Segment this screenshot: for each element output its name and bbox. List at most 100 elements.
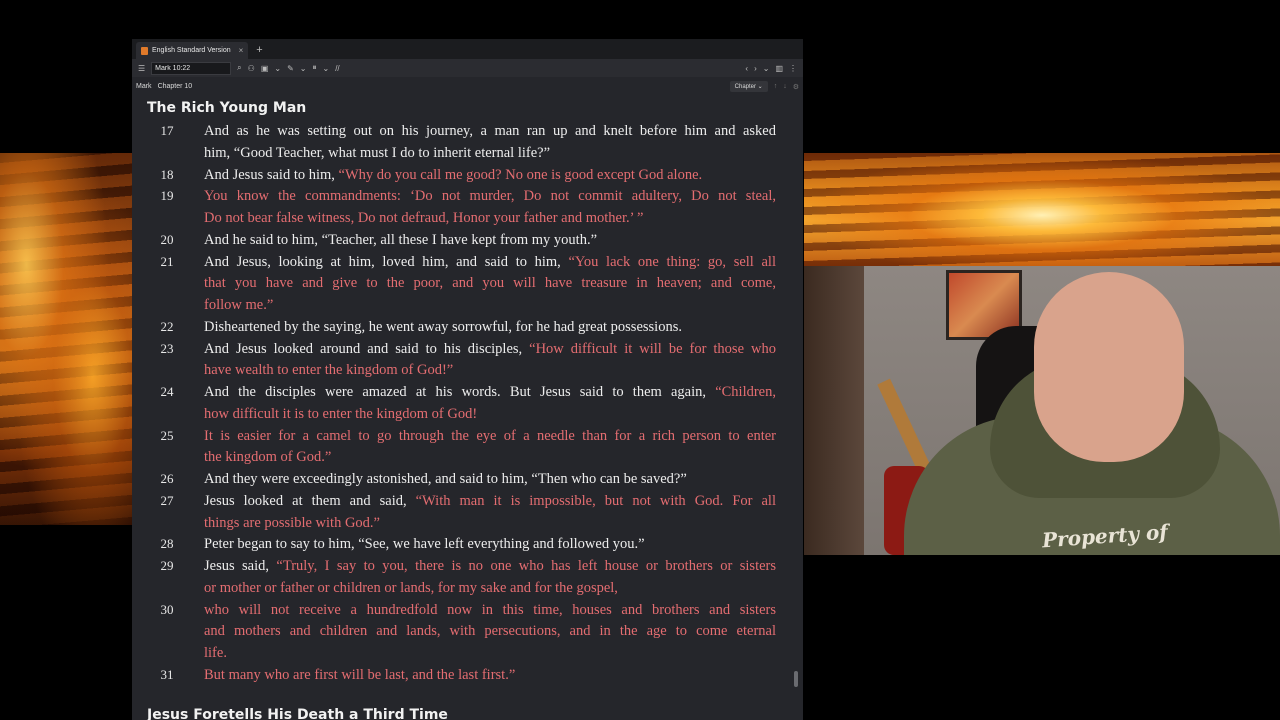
verse-number[interactable]: 20 — [152, 232, 182, 248]
people-icon[interactable]: ⚇ — [248, 64, 255, 73]
bookmark-icon[interactable]: ▣ — [261, 64, 269, 73]
verse-text: Disheartened by the saying, he went away… — [204, 318, 682, 335]
words-of-christ-text: But many who are first will be last, and… — [204, 666, 516, 683]
toolbar: ☰ ⌕ ⚇ ▣ ⌄ ✎ ⌄ ⏸ ⌄ // ‹ › ⌄ ▥ ⋮ — [132, 59, 803, 77]
words-of-christ-text: or mother or father or children or lands… — [204, 579, 618, 596]
webcam-person-head — [1034, 272, 1184, 462]
reference-input[interactable] — [151, 61, 232, 75]
verse-line: and mothers and children and lands, with… — [204, 620, 776, 642]
verse-line: the kingdom of God.” — [204, 446, 776, 468]
book-icon — [141, 46, 148, 55]
verse-line: And they were exceedingly astonished, an… — [204, 468, 776, 490]
verse-text: And he said to him, “Teacher, all these … — [204, 231, 598, 248]
words-of-christ-text: how difficult it is to enter the kingdom… — [204, 405, 478, 422]
verse-line: Jesus said, “Truly, I say to you, there … — [204, 555, 776, 577]
hamburger-icon[interactable]: ☰ — [138, 64, 145, 73]
words-of-christ-text: “You lack one thing: go, sell all — [568, 253, 776, 270]
settings-icon[interactable]: ⚙ — [793, 83, 799, 91]
verse-number[interactable]: 18 — [152, 167, 182, 183]
verse-line: have wealth to enter the kingdom of God!… — [204, 359, 776, 381]
words-of-christ-text: “How difficult it will be for those who — [529, 340, 776, 357]
chevron-down-icon[interactable]: ⌄ — [300, 64, 307, 73]
webcam-feed: Property of — [804, 266, 1280, 555]
words-of-christ-text: “With man it is impossible, but not with… — [415, 492, 776, 509]
verse-line: And Jesus said to him, “Why do you call … — [204, 164, 776, 186]
verse-line: Disheartened by the saying, he went away… — [204, 316, 776, 338]
words-of-christ-text: “Truly, I say to you, there is no one wh… — [276, 558, 777, 574]
verse-number[interactable]: 24 — [152, 384, 182, 400]
verse-line: But many who are first will be last, and… — [204, 664, 776, 686]
verse-text: And Jesus said to him, — [204, 166, 339, 183]
verse-text: Jesus looked at them and said, — [204, 492, 416, 509]
tab-esv[interactable]: English Standard Version × — [136, 42, 249, 59]
verse-number[interactable]: 19 — [152, 188, 182, 204]
search-icon[interactable]: ⌕ — [237, 63, 241, 73]
verse-number[interactable]: 30 — [152, 602, 182, 618]
forward-arrow-icon[interactable]: › — [754, 64, 757, 73]
words-of-christ-text: It is easier for a camel to go through t… — [204, 427, 776, 444]
breadcrumb-chapter[interactable]: Chapter 10 — [158, 83, 193, 90]
verse-line: You know the commandments: ‘Do not murde… — [204, 185, 776, 207]
verse-line: life. — [204, 642, 776, 664]
verse-text: Peter began to say to him, “See, we have… — [204, 536, 645, 553]
next-section-heading: Jesus Foretells His Death a Third Time — [147, 707, 448, 720]
scroll-down-icon[interactable]: ↓ — [783, 83, 787, 90]
verse-line: Do not bear false witness, Do not defrau… — [204, 207, 776, 229]
verse-line: who will not receive a hundredfold now i… — [204, 599, 776, 621]
verse-number[interactable]: 29 — [152, 558, 182, 574]
chevron-down-icon[interactable]: ⌄ — [274, 64, 281, 73]
verse-number[interactable]: 25 — [152, 428, 182, 444]
verse-text: And Jesus, looking at him, loved him, an… — [204, 253, 569, 270]
verse-line: It is easier for a camel to go through t… — [204, 425, 776, 447]
sunset-background-right — [804, 153, 1280, 266]
new-tab-button[interactable]: + — [256, 42, 262, 59]
words-of-christ-text: things are possible with God.” — [204, 514, 380, 531]
words-of-christ-text: “Why do you call me good? No one is good… — [338, 166, 703, 183]
passage-content: The Rich Young Man 17 And as he was setti… — [132, 96, 803, 720]
chapter-dropdown-label: Chapter — [734, 84, 757, 90]
layout-icon[interactable]: ▥ — [775, 64, 783, 73]
highlight-icon[interactable]: ✎ — [287, 64, 294, 73]
parallel-icon[interactable]: // — [335, 64, 339, 73]
verse-text: And the disciples were amazed at his wor… — [204, 384, 716, 400]
verse-number[interactable]: 23 — [152, 341, 182, 357]
verse-number[interactable]: 28 — [152, 536, 182, 552]
bible-app-window: English Standard Version × + ☰ ⌕ ⚇ ▣ ⌄ ✎… — [132, 39, 803, 720]
breadcrumb: Mark Chapter 10 Chapter ⌄ ↑ ↓ ⚙ — [132, 77, 803, 96]
scrollbar-thumb[interactable] — [794, 671, 798, 687]
verse-text: And as he was setting out on his journey… — [204, 123, 776, 139]
verse-number[interactable]: 21 — [152, 254, 182, 270]
verse-number[interactable]: 22 — [152, 319, 182, 335]
section-heading: The Rich Young Man — [147, 100, 307, 116]
verse-line: that you have and give to the poor, and … — [204, 272, 776, 294]
words-of-christ-text: life. — [204, 645, 227, 661]
back-arrow-icon[interactable]: ‹ — [745, 64, 748, 73]
words-of-christ-text: have wealth to enter the kingdom of God!… — [204, 362, 454, 379]
verse-line: how difficult it is to enter the kingdom… — [204, 403, 776, 425]
words-of-christ-text: “Children, — [715, 384, 776, 400]
verse-line: And Jesus looked around and said to his … — [204, 338, 776, 360]
verse-number[interactable]: 17 — [152, 123, 182, 139]
words-of-christ-text: that you have and give to the poor, and … — [204, 275, 776, 292]
chevron-down-icon[interactable]: ⌄ — [763, 64, 770, 73]
breadcrumb-book[interactable]: Mark — [136, 83, 152, 90]
verse-line: And the disciples were amazed at his wor… — [204, 381, 776, 403]
verse-line: him, “Good Teacher, what must I do to in… — [204, 142, 776, 164]
verse-number[interactable]: 26 — [152, 471, 182, 487]
scroll-up-icon[interactable]: ↑ — [774, 83, 778, 90]
verse-text: And Jesus looked around and said to his … — [204, 340, 530, 357]
verse-line: And as he was setting out on his journey… — [204, 120, 776, 142]
sunset-background-left — [0, 153, 132, 525]
verse-text: him, “Good Teacher, what must I do to in… — [204, 144, 551, 161]
tab-title: English Standard Version — [152, 47, 231, 54]
verse-line: And Jesus, looking at him, loved him, an… — [204, 251, 776, 273]
chapter-dropdown[interactable]: Chapter ⌄ — [729, 81, 768, 92]
chevron-down-icon[interactable]: ⌄ — [323, 64, 330, 73]
words-of-christ-text: You know the commandments: ‘Do not murde… — [204, 188, 776, 205]
close-tab-icon[interactable]: × — [239, 46, 244, 55]
verse-number[interactable]: 31 — [152, 667, 182, 683]
words-of-christ-text: and mothers and children and lands, with… — [204, 623, 776, 640]
verse-number[interactable]: 27 — [152, 493, 182, 509]
more-icon[interactable]: ⋮ — [789, 64, 797, 73]
columns-icon[interactable]: ⏸ — [313, 63, 317, 73]
